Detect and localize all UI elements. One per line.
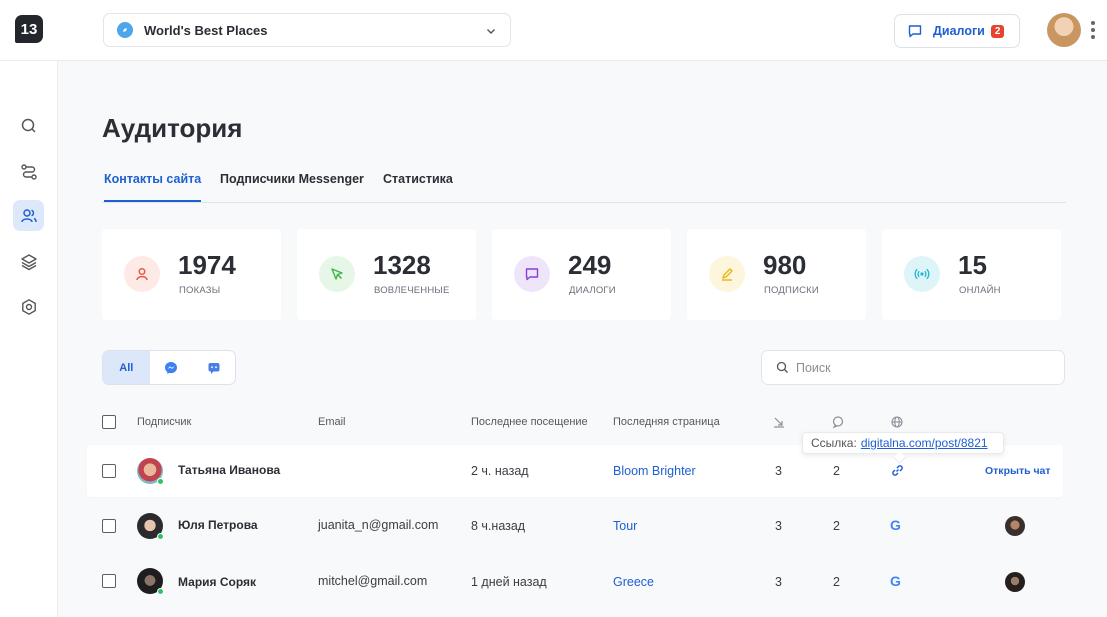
subscriber-name[interactable]: Юля Петрова	[178, 518, 258, 532]
tab-statistics[interactable]: Статистика	[383, 172, 453, 200]
stat-card-online: 15 ОНЛАЙН	[882, 229, 1061, 320]
google-icon: G	[890, 517, 901, 533]
compass-icon	[117, 22, 133, 38]
user-avatar[interactable]	[1047, 13, 1081, 47]
user-icon	[124, 256, 160, 292]
filter-all-button[interactable]: All	[103, 351, 150, 384]
visits-icon[interactable]	[773, 416, 785, 428]
chevron-down-icon	[487, 29, 495, 34]
row-checkbox[interactable]	[102, 519, 116, 533]
stat-card-dialogs: 249 ДИАЛОГИ	[492, 229, 671, 320]
messenger-icon	[164, 361, 177, 374]
online-status-dot	[157, 533, 164, 540]
visits-count: 3	[775, 464, 782, 478]
users-icon	[20, 208, 37, 222]
column-header-subscriber[interactable]: Подписчик	[137, 416, 191, 428]
chat-icon	[514, 256, 550, 292]
tab-site-contacts[interactable]: Контакты сайта	[104, 172, 202, 202]
assigned-agent-avatar[interactable]	[1005, 572, 1025, 592]
tab-messenger-subscribers[interactable]: Подписчики Messenger	[220, 172, 364, 200]
stat-label: ПОКАЗЫ	[179, 285, 221, 296]
last-visit: 2 ч. назад	[471, 464, 529, 478]
stat-label: ПОДПИСКИ	[764, 285, 819, 296]
top-bar: 13 World's Best Places Диалоги 2	[0, 0, 1107, 61]
google-icon: G	[890, 573, 901, 589]
column-header-email[interactable]: Email	[318, 416, 346, 428]
subscriber-name[interactable]: Мария Соряк	[178, 575, 256, 589]
sidebar-item-layers[interactable]	[13, 246, 44, 277]
source-tooltip: Ссылка: digitalna.com/post/8821	[802, 432, 1004, 454]
last-page-link[interactable]: Greece	[613, 575, 654, 589]
visits-count: 3	[775, 519, 782, 533]
filter-chat-button[interactable]	[192, 351, 235, 384]
messages-count: 2	[833, 575, 840, 589]
subscriber-email: juanita_n@gmail.com	[318, 518, 439, 532]
open-chat-link[interactable]: Открыть чат	[985, 465, 1051, 477]
messages-count: 2	[833, 464, 840, 478]
stat-label: ДИАЛОГИ	[569, 285, 616, 296]
chat-bubble-icon	[908, 25, 922, 38]
stat-card-subscriptions: 980 ПОДПИСКИ	[687, 229, 866, 320]
channel-filter: All	[102, 350, 236, 385]
sidebar-item-routes[interactable]	[13, 156, 44, 187]
last-visit: 8 ч.назад	[471, 519, 526, 533]
sidebar	[0, 61, 58, 617]
settings-hex-icon	[21, 298, 36, 315]
select-all-checkbox[interactable]	[102, 415, 116, 429]
site-selector[interactable]: World's Best Places	[103, 13, 511, 47]
stat-card-engaged: 1328 ВОВЛЕЧЕННЫЕ	[297, 229, 476, 320]
stat-value: 15	[958, 250, 987, 280]
visits-count: 3	[775, 575, 782, 589]
chat-bot-icon	[208, 362, 220, 374]
sidebar-item-settings[interactable]	[13, 291, 44, 322]
search-icon	[21, 118, 36, 133]
stat-card-impressions: 1974 ПОКАЗЫ	[102, 229, 281, 320]
assigned-agent-avatar[interactable]	[1005, 516, 1025, 536]
stat-value: 980	[763, 250, 807, 280]
stat-value: 1974	[178, 250, 236, 280]
stat-label: ОНЛАЙН	[959, 285, 1001, 296]
tab-bar: Контакты сайта Подписчики Messenger Стат…	[102, 160, 1066, 203]
source-globe-icon[interactable]	[891, 416, 903, 428]
subscriber-name[interactable]: Татьяна Иванова	[178, 463, 280, 477]
link-icon[interactable]	[891, 464, 904, 477]
page-title: Аудитория	[102, 113, 243, 143]
filter-messenger-button[interactable]	[150, 351, 193, 384]
column-header-last-visit[interactable]: Последнее посещение	[471, 416, 588, 428]
subscriber-email: mitchel@gmail.com	[318, 574, 428, 588]
more-menu-icon[interactable]	[1090, 21, 1096, 39]
dialogs-label: Диалоги	[933, 24, 985, 38]
broadcast-icon	[904, 256, 940, 292]
stat-value: 1328	[373, 250, 431, 280]
row-checkbox[interactable]	[102, 574, 116, 588]
sidebar-item-search[interactable]	[13, 110, 44, 141]
last-page-link[interactable]: Tour	[613, 519, 637, 533]
app-logo[interactable]: 13	[15, 15, 43, 43]
stat-label: ВОВЛЕЧЕННЫЕ	[374, 285, 450, 296]
column-header-last-page[interactable]: Последняя страница	[613, 416, 720, 428]
messages-icon[interactable]	[832, 416, 844, 428]
tooltip-link[interactable]: digitalna.com/post/8821	[861, 436, 988, 450]
tooltip-prefix: Ссылка:	[811, 436, 857, 450]
site-name: World's Best Places	[144, 22, 268, 38]
routes-icon	[20, 163, 37, 180]
messages-count: 2	[833, 519, 840, 533]
dialogs-button[interactable]: Диалоги 2	[894, 14, 1020, 48]
search-box	[761, 350, 1065, 385]
online-status-dot	[157, 478, 164, 485]
last-visit: 1 дней назад	[471, 575, 547, 589]
cursor-icon	[319, 256, 355, 292]
search-icon	[776, 361, 788, 373]
last-page-link[interactable]: Bloom Brighter	[613, 464, 696, 478]
online-status-dot	[157, 588, 164, 595]
search-input[interactable]	[796, 360, 1046, 375]
sidebar-item-audience[interactable]	[13, 200, 44, 231]
dialogs-count-badge: 2	[990, 24, 1005, 38]
pen-icon	[709, 256, 745, 292]
row-checkbox[interactable]	[102, 464, 116, 478]
stat-value: 249	[568, 250, 612, 280]
layers-icon	[20, 253, 37, 270]
